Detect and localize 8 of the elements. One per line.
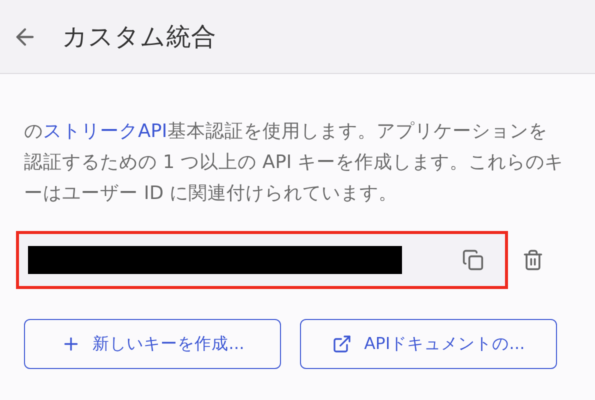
external-link-icon (332, 334, 352, 354)
description-text: のストリークAPI基本認証を使用します。アプリケーションを認証するための 1 つ以上の API キーを作成します。これらのキーはユーザー ID に関連付けられています。 (24, 120, 564, 206)
copy-icon[interactable] (462, 249, 484, 271)
create-key-button[interactable]: 新しいキーを作成... (24, 319, 281, 369)
delete-icon[interactable] (522, 249, 544, 271)
page-title: カスタム統合 (62, 21, 216, 53)
streak-api-link[interactable]: ストリークAPI (43, 121, 168, 142)
api-docs-button[interactable]: APIドキュメントの... (300, 319, 557, 369)
